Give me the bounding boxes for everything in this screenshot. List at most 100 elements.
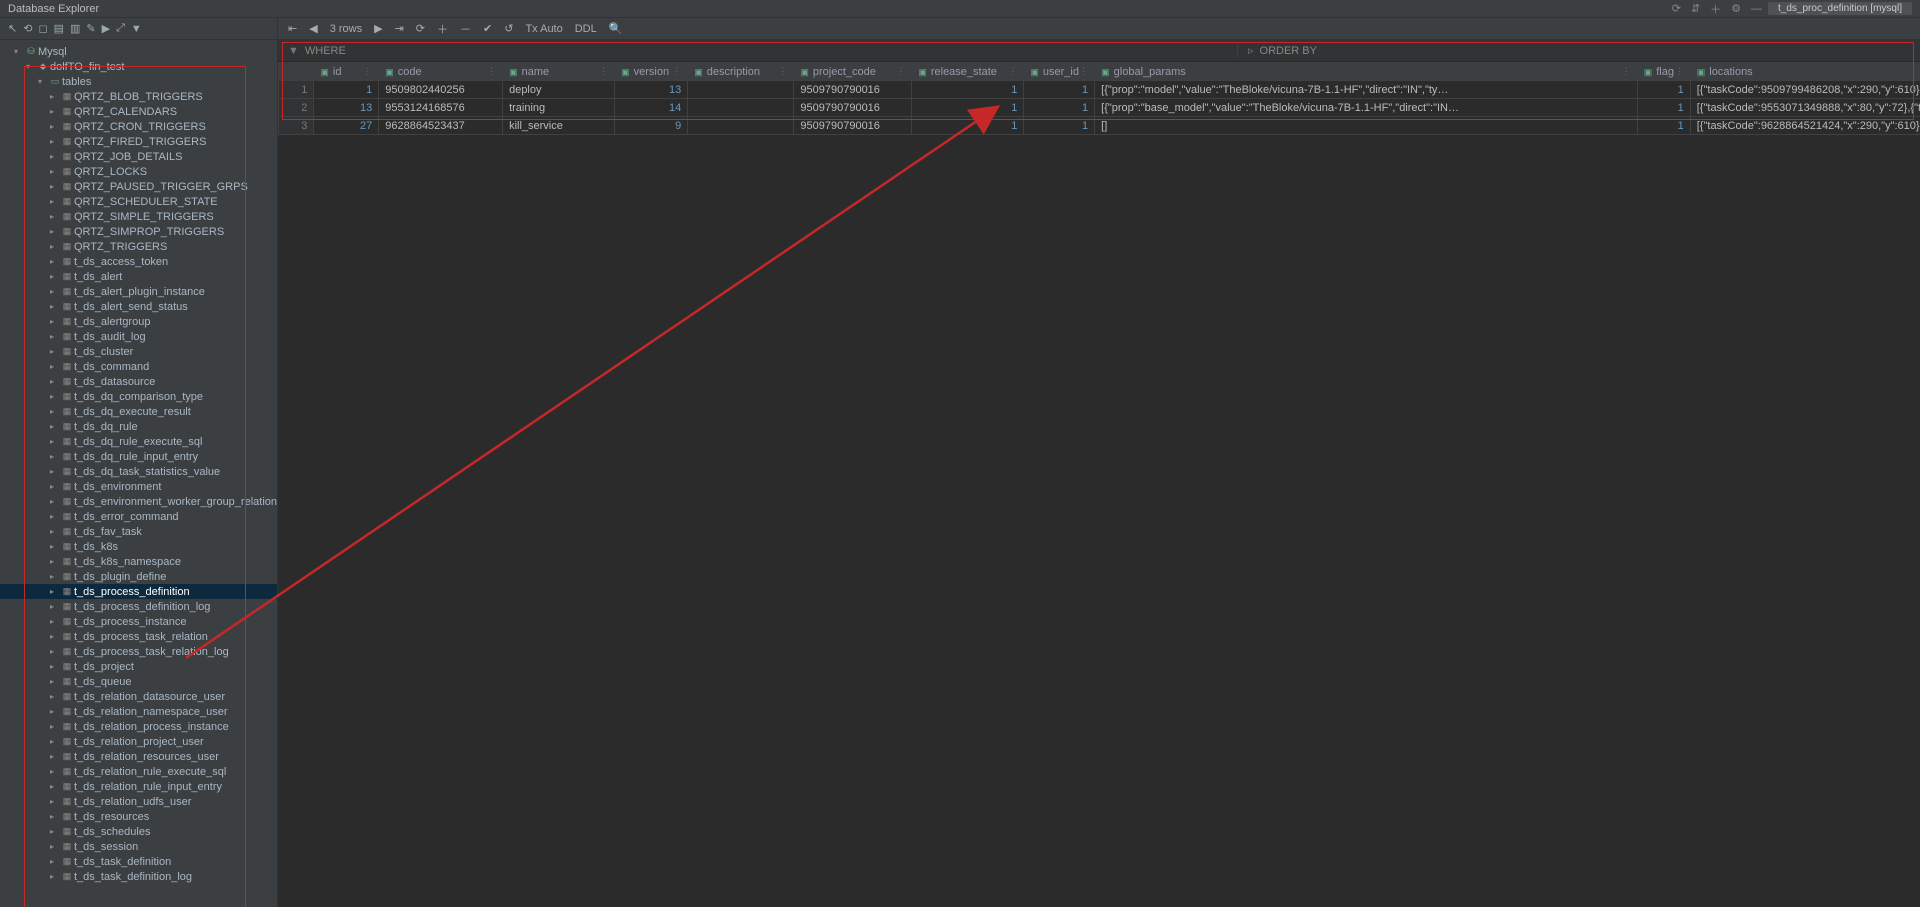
data-grid-wrap[interactable]: ▣id⋮▣code⋮▣name⋮▣version⋮▣description⋮▣p… <box>278 62 1920 907</box>
tree-item[interactable]: ▸▦QRTZ_LOCKS <box>0 164 277 179</box>
tree-item[interactable]: ▸▦t_ds_cluster <box>0 344 277 359</box>
tool-search-icon[interactable]: 🔍 <box>609 22 623 35</box>
cell[interactable]: [{"prop":"base_model","value":"TheBloke/… <box>1095 99 1638 117</box>
tree-item[interactable]: ▸▦t_ds_relation_resources_user <box>0 749 277 764</box>
column-header[interactable]: ▣locations⋮ <box>1690 63 1920 81</box>
tree-item[interactable]: ▸▦QRTZ_BLOB_TRIGGERS <box>0 89 277 104</box>
tool-view-icon[interactable]: ▥ <box>70 22 80 35</box>
tool-next-icon[interactable]: ▶ <box>374 22 382 35</box>
gear-icon[interactable]: ⚙ <box>1731 2 1741 15</box>
db-tree[interactable]: ▾⛁Mysql▾◆dolfTO_fin_test▾▭tables▸▦QRTZ_B… <box>0 40 277 907</box>
tree-item[interactable]: ▸▦t_ds_alert <box>0 269 277 284</box>
plus-icon[interactable]: ＋ <box>1710 1 1721 17</box>
tree-item[interactable]: ▸▦t_ds_command <box>0 359 277 374</box>
cell[interactable]: 1 <box>1024 117 1095 135</box>
tree-item[interactable]: ▸▦t_ds_alert_send_status <box>0 299 277 314</box>
cell[interactable]: 1 <box>279 81 314 99</box>
cell[interactable]: 1 <box>912 99 1024 117</box>
column-header[interactable] <box>279 63 314 81</box>
minus-icon[interactable]: — <box>1751 3 1762 15</box>
cell[interactable]: 1 <box>1024 81 1095 99</box>
where-filter[interactable]: ▼ WHERE <box>278 45 1238 57</box>
tool-last-icon[interactable]: ⇥ <box>395 22 404 35</box>
tool-prev-icon[interactable]: ◀ <box>309 22 317 35</box>
tree-item[interactable]: ▸▦QRTZ_SIMPROP_TRIGGERS <box>0 224 277 239</box>
tool-filter-icon[interactable]: ▼ <box>131 23 142 35</box>
tree-item[interactable]: ▸▦t_ds_queue <box>0 674 277 689</box>
tree-item[interactable]: ▸▦t_ds_k8s <box>0 539 277 554</box>
tree-item[interactable]: ▸▦t_ds_fav_task <box>0 524 277 539</box>
tool-remove-icon[interactable]: － <box>460 21 471 37</box>
tool-run-icon[interactable]: ▶ <box>102 22 110 35</box>
cell[interactable]: 9509790790016 <box>794 99 912 117</box>
column-header[interactable]: ▣version⋮ <box>615 63 688 81</box>
txauto-label[interactable]: Tx Auto <box>525 23 562 35</box>
cell[interactable]: 3 <box>279 117 314 135</box>
tool-expand-icon[interactable]: ⤢ <box>116 22 125 35</box>
column-header[interactable]: ▣description⋮ <box>688 63 794 81</box>
tree-item[interactable]: ▸▦t_ds_environment_worker_group_relation <box>0 494 277 509</box>
tool-db-icon[interactable]: ▤ <box>54 22 64 35</box>
tool-add-icon[interactable]: ＋ <box>437 21 448 37</box>
expand-icon[interactable]: ⇵ <box>1691 2 1700 15</box>
orderby-filter[interactable]: ▹ ORDER BY <box>1238 44 1920 57</box>
cell[interactable]: 27 <box>314 117 379 135</box>
tree-item-selected[interactable]: ▸▦t_ds_process_definition <box>0 584 277 599</box>
tree-item[interactable]: ▸▦t_ds_process_definition_log <box>0 599 277 614</box>
tree-item[interactable]: ▸▦QRTZ_TRIGGERS <box>0 239 277 254</box>
column-header[interactable]: ▣flag⋮ <box>1637 63 1690 81</box>
cell[interactable]: 1 <box>314 81 379 99</box>
tree-item[interactable]: ▸▦t_ds_relation_rule_execute_sql <box>0 764 277 779</box>
cell[interactable]: 9509790790016 <box>794 117 912 135</box>
table-row[interactable]: 119509802440256deploy13950979079001611[{… <box>279 81 1920 99</box>
tree-item[interactable]: ▸▦t_ds_schedules <box>0 824 277 839</box>
cell[interactable]: 9553124168576 <box>379 99 503 117</box>
tree-item[interactable]: ▸▦t_ds_dq_execute_result <box>0 404 277 419</box>
tree-item[interactable]: ▸▦QRTZ_CRON_TRIGGERS <box>0 119 277 134</box>
column-header[interactable]: ▣code⋮ <box>379 63 503 81</box>
cell[interactable]: [{"taskCode":9628864521424,"x":290,"y":6… <box>1690 117 1920 135</box>
tree-item[interactable]: ▸▦t_ds_alert_plugin_instance <box>0 284 277 299</box>
editor-tab[interactable]: t_ds_proc_definition [mysql] <box>1768 2 1912 15</box>
cell[interactable]: 9509790790016 <box>794 81 912 99</box>
tree-item[interactable]: ▾◆dolfTO_fin_test <box>0 59 277 74</box>
column-header[interactable]: ▣release_state⋮ <box>912 63 1024 81</box>
cell[interactable]: [{"taskCode":9553071349888,"x":80,"y":72… <box>1690 99 1920 117</box>
tool-commit-icon[interactable]: ✔ <box>483 22 492 35</box>
tree-item[interactable]: ▸▦t_ds_relation_process_instance <box>0 719 277 734</box>
cell[interactable] <box>688 81 794 99</box>
column-header[interactable]: ▣global_params⋮ <box>1095 63 1638 81</box>
tree-item[interactable]: ▸▦t_ds_error_command <box>0 509 277 524</box>
tree-item[interactable]: ▸▦t_ds_access_token <box>0 254 277 269</box>
tree-item[interactable]: ▸▦QRTZ_SCHEDULER_STATE <box>0 194 277 209</box>
tool-stop-icon[interactable]: ◻ <box>38 22 47 35</box>
tree-item[interactable]: ▸▦t_ds_alertgroup <box>0 314 277 329</box>
column-header[interactable]: ▣user_id⋮ <box>1024 63 1095 81</box>
tree-item[interactable]: ▸▦t_ds_relation_datasource_user <box>0 689 277 704</box>
tree-item[interactable]: ▸▦t_ds_dq_task_statistics_value <box>0 464 277 479</box>
cell[interactable]: 1 <box>912 117 1024 135</box>
tree-item[interactable]: ▸▦t_ds_relation_udfs_user <box>0 794 277 809</box>
tree-item[interactable]: ▾▭tables <box>0 74 277 89</box>
tree-item[interactable]: ▸▦t_ds_task_definition <box>0 854 277 869</box>
tree-item[interactable]: ▸▦t_ds_audit_log <box>0 329 277 344</box>
cell[interactable]: [{"prop":"model","value":"TheBloke/vicun… <box>1095 81 1638 99</box>
column-header[interactable]: ▣id⋮ <box>314 63 379 81</box>
tool-first-icon[interactable]: ⇤ <box>288 22 297 35</box>
tree-item[interactable]: ▸▦t_ds_environment <box>0 479 277 494</box>
tree-item[interactable]: ▸▦t_ds_process_task_relation <box>0 629 277 644</box>
cell[interactable]: [] <box>1095 117 1638 135</box>
cell[interactable]: 1 <box>1637 99 1690 117</box>
column-header[interactable]: ▣name⋮ <box>503 63 615 81</box>
tool-nav-icon[interactable]: ↖ <box>8 22 17 35</box>
cell[interactable] <box>688 117 794 135</box>
cell[interactable]: training <box>503 99 615 117</box>
cell[interactable]: 1 <box>912 81 1024 99</box>
tree-item[interactable]: ▸▦t_ds_plugin_define <box>0 569 277 584</box>
cell[interactable]: 13 <box>615 81 688 99</box>
tree-item[interactable]: ▸▦t_ds_dq_rule_input_entry <box>0 449 277 464</box>
table-row[interactable]: 3279628864523437kill_service995097907900… <box>279 117 1920 135</box>
tree-item[interactable]: ▸▦t_ds_dq_rule_execute_sql <box>0 434 277 449</box>
cell[interactable]: kill_service <box>503 117 615 135</box>
cell[interactable]: 2 <box>279 99 314 117</box>
